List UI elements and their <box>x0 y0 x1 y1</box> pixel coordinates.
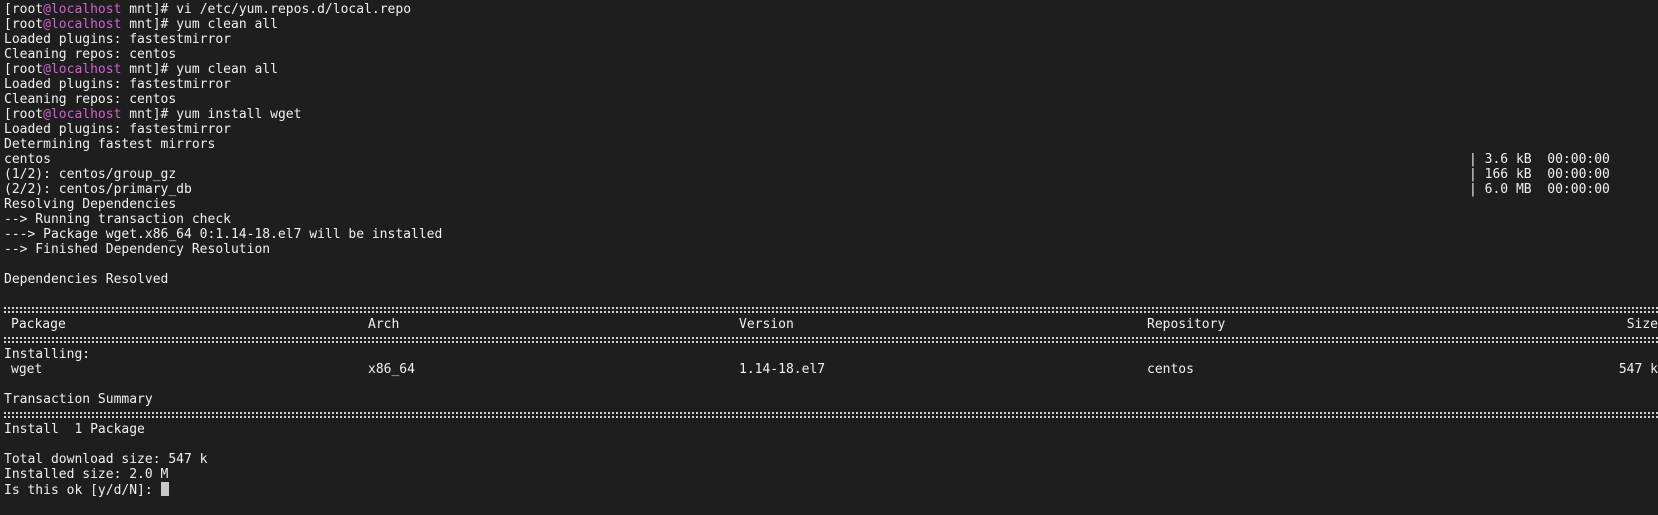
command-text: yum install wget <box>176 107 302 122</box>
output-line: Dependencies Resolved <box>4 272 169 287</box>
prompt-user: root <box>11 62 44 77</box>
download-name: centos <box>4 152 51 167</box>
output-line: Loaded plugins: fastestmirror <box>4 122 231 137</box>
header-package: Package <box>11 317 66 332</box>
prompt-dir: mnt <box>129 107 153 122</box>
prompt-dir: mnt <box>129 62 153 77</box>
output-line: --> Finished Dependency Resolution <box>4 242 271 257</box>
download-info: | 3.6 kB 00:00:00 <box>1469 152 1610 167</box>
prompt-user: root <box>11 17 44 32</box>
output-line: Loaded plugins: fastestmirror <box>4 32 231 47</box>
output-line: Cleaning repos: centos <box>4 47 177 62</box>
prompt-host: localhost <box>50 107 122 122</box>
prompt-host: localhost <box>50 62 122 77</box>
download-line: (1/2): centos/group_gz | 166 kB 00:00:00 <box>4 167 1658 182</box>
header-size: Size <box>1626 317 1658 332</box>
prompt-open: [ <box>4 2 12 17</box>
row-package: wget <box>11 362 43 377</box>
output-line: Installing: <box>4 347 91 362</box>
prompt-at: @ <box>43 2 51 17</box>
output-line: --> Running transaction check <box>4 212 231 227</box>
terminal-cursor[interactable] <box>160 482 169 496</box>
prompt-at: @ <box>43 17 51 32</box>
table-row: wget x86_64 1.14-18.el7 centos 547 k <box>4 362 1658 377</box>
prompt-at: @ <box>43 62 51 77</box>
output-line: Total download size: 547 k <box>4 452 208 467</box>
prompt-dir: mnt <box>129 2 153 17</box>
output-line: ---> Package wget.x86_64 0:1.14-18.el7 w… <box>4 227 443 242</box>
download-name: (1/2): centos/group_gz <box>4 167 177 182</box>
table-rule <box>4 407 1658 422</box>
download-info: | 166 kB 00:00:00 <box>1469 167 1610 182</box>
download-info: | 6.0 MB 00:00:00 <box>1469 182 1610 197</box>
prompt-close: ]# <box>152 2 177 17</box>
prompt-open: [ <box>4 62 12 77</box>
prompt-close: ]# <box>152 62 177 77</box>
output-line: Resolving Dependencies <box>4 197 177 212</box>
terminal-window[interactable]: [root@localhost mnt]# vi /etc/yum.repos.… <box>0 0 1658 515</box>
prompt-at: @ <box>43 107 51 122</box>
prompt-user: root <box>11 107 44 122</box>
output-line: Loaded plugins: fastestmirror <box>4 77 231 92</box>
prompt-dir: mnt <box>129 17 153 32</box>
output-line: Cleaning repos: centos <box>4 92 177 107</box>
download-line: centos | 3.6 kB 00:00:00 <box>4 152 1658 167</box>
output-line: Transaction Summary <box>4 392 153 407</box>
row-repository: centos <box>1147 362 1194 377</box>
prompt-open: [ <box>4 17 12 32</box>
table-header-row: Package Arch Version Repository Size <box>4 317 1658 332</box>
prompt-close: ]# <box>152 17 177 32</box>
header-arch: Arch <box>368 317 400 332</box>
prompt-host: localhost <box>50 17 122 32</box>
row-arch: x86_64 <box>368 362 415 377</box>
row-size: 547 k <box>1618 362 1658 377</box>
prompt-user: root <box>11 2 44 17</box>
prompt-line: [root@localhost mnt]# vi /etc/yum.repos.… <box>4 2 1658 17</box>
prompt-open: [ <box>4 107 12 122</box>
command-text: yum clean all <box>176 17 278 32</box>
download-line: (2/2): centos/primary_db | 6.0 MB 00:00:0… <box>4 182 1658 197</box>
command-text: yum clean all <box>176 62 278 77</box>
table-rule <box>4 302 1658 317</box>
output-line: Install 1 Package <box>4 422 145 437</box>
prompt-line: [root@localhost mnt]# yum install wget <box>4 107 1658 122</box>
prompt-line: [root@localhost mnt]# yum clean all <box>4 62 1658 77</box>
prompt-line: [root@localhost mnt]# yum clean all <box>4 17 1658 32</box>
download-name: (2/2): centos/primary_db <box>4 182 192 197</box>
confirm-line[interactable]: Is this ok [y/d/N]: <box>4 482 1658 497</box>
prompt-host: localhost <box>50 2 122 17</box>
table-rule <box>4 332 1658 347</box>
prompt-close: ]# <box>152 107 177 122</box>
output-line: Installed size: 2.0 M <box>4 467 169 482</box>
output-line: Determining fastest mirrors <box>4 137 216 152</box>
confirm-prompt: Is this ok [y/d/N]: <box>4 483 161 497</box>
header-version: Version <box>739 317 794 332</box>
header-repository: Repository <box>1147 317 1226 332</box>
command-text: vi /etc/yum.repos.d/local.repo <box>176 2 412 17</box>
row-version: 1.14-18.el7 <box>739 362 826 377</box>
